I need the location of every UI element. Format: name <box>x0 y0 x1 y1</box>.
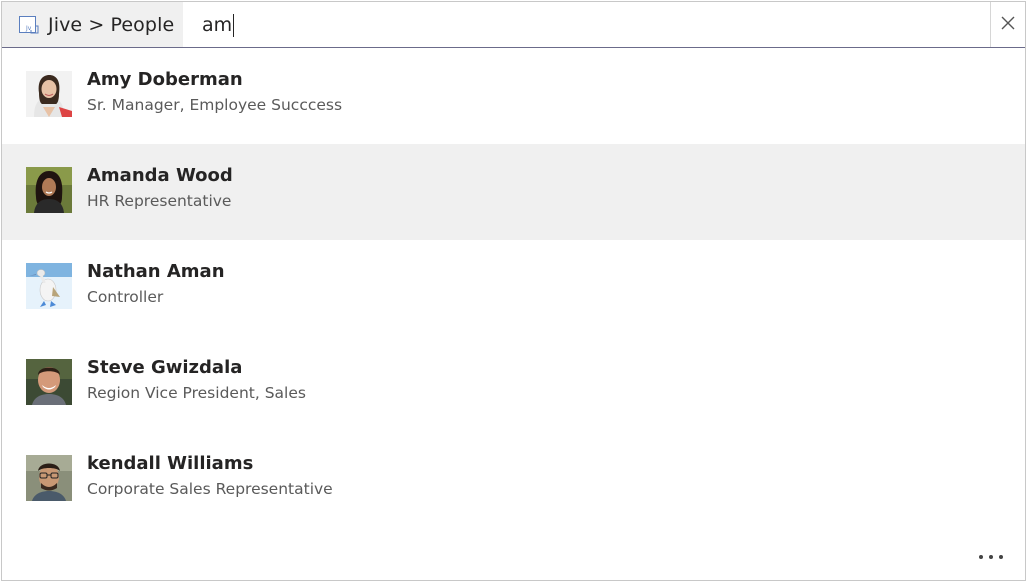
more-ellipsis-icon <box>979 555 983 559</box>
result-title: Sr. Manager, Employee Succcess <box>87 96 343 114</box>
more-ellipsis-dot <box>999 555 1003 559</box>
clear-search-button[interactable] <box>990 2 1025 47</box>
search-query-text: am <box>202 14 233 36</box>
result-name: kendall Williams <box>87 453 254 474</box>
man-smiling-photo <box>26 359 72 405</box>
result-title: Controller <box>87 288 164 306</box>
close-icon <box>1001 15 1015 34</box>
search-input[interactable]: am <box>202 11 235 39</box>
woman-dark-hair-photo <box>26 167 72 213</box>
search-header: Jv Jive > People am <box>2 2 1025 48</box>
more-ellipsis-dot <box>989 555 993 559</box>
result-name: Steve Gwizdala <box>87 357 243 378</box>
result-row[interactable]: Amy Doberman Sr. Manager, Employee Succc… <box>2 48 1025 144</box>
more-options-button[interactable] <box>979 554 1003 560</box>
avatar <box>26 359 72 405</box>
woman-light-hair-photo <box>26 71 72 117</box>
text-caret <box>233 13 235 37</box>
result-row[interactable]: Steve Gwizdala Region Vice President, Sa… <box>2 336 1025 432</box>
avatar <box>26 263 72 309</box>
result-name: Amy Doberman <box>87 69 243 90</box>
result-title: Corporate Sales Representative <box>87 480 333 498</box>
avatar <box>26 71 72 117</box>
result-row[interactable]: kendall Williams Corporate Sales Represe… <box>2 432 1025 528</box>
search-panel: Jv Jive > People am Amy Doberman Sr. Man… <box>1 1 1026 581</box>
result-row[interactable]: Nathan Aman Controller <box>2 240 1025 336</box>
result-title: HR Representative <box>87 192 232 210</box>
result-row[interactable]: Amanda Wood HR Representative <box>2 144 1025 240</box>
search-scope-label: Jive > People <box>48 13 175 36</box>
avatar <box>26 455 72 501</box>
result-name: Nathan Aman <box>87 261 225 282</box>
bird-photo <box>26 263 72 309</box>
avatar <box>26 167 72 213</box>
result-name: Amanda Wood <box>87 165 233 186</box>
jive-app-icon: Jv <box>19 15 39 34</box>
result-title: Region Vice President, Sales <box>87 384 306 402</box>
man-glasses-photo <box>26 455 72 501</box>
search-results-list: Amy Doberman Sr. Manager, Employee Succc… <box>2 48 1025 528</box>
search-scope[interactable]: Jv Jive > People <box>2 2 183 47</box>
